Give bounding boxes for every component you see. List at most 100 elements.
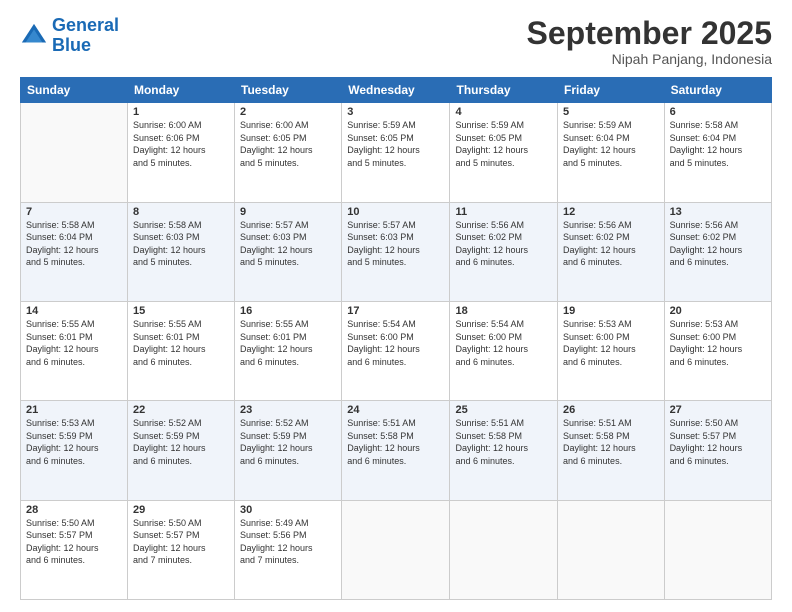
day-number: 11 (455, 206, 552, 218)
col-thursday: Thursday (450, 78, 558, 103)
table-row: 16Sunrise: 5:55 AM Sunset: 6:01 PM Dayli… (235, 301, 342, 400)
day-number: 25 (455, 404, 552, 416)
day-info: Sunrise: 5:55 AM Sunset: 6:01 PM Dayligh… (133, 318, 229, 368)
col-friday: Friday (558, 78, 665, 103)
day-number: 16 (240, 305, 336, 317)
day-info: Sunrise: 5:53 AM Sunset: 6:00 PM Dayligh… (563, 318, 659, 368)
col-tuesday: Tuesday (235, 78, 342, 103)
table-row: 25Sunrise: 5:51 AM Sunset: 5:58 PM Dayli… (450, 401, 558, 500)
day-info: Sunrise: 5:50 AM Sunset: 5:57 PM Dayligh… (26, 517, 122, 567)
day-info: Sunrise: 5:49 AM Sunset: 5:56 PM Dayligh… (240, 517, 336, 567)
day-number: 30 (240, 504, 336, 516)
table-row: 27Sunrise: 5:50 AM Sunset: 5:57 PM Dayli… (664, 401, 771, 500)
day-number: 14 (26, 305, 122, 317)
day-info: Sunrise: 5:59 AM Sunset: 6:05 PM Dayligh… (347, 119, 444, 169)
day-number: 18 (455, 305, 552, 317)
day-info: Sunrise: 5:51 AM Sunset: 5:58 PM Dayligh… (455, 417, 552, 467)
day-info: Sunrise: 5:51 AM Sunset: 5:58 PM Dayligh… (347, 417, 444, 467)
calendar-week-row: 1Sunrise: 6:00 AM Sunset: 6:06 PM Daylig… (21, 103, 772, 202)
day-number: 7 (26, 206, 122, 218)
day-number: 4 (455, 106, 552, 118)
day-number: 6 (670, 106, 766, 118)
calendar-week-row: 28Sunrise: 5:50 AM Sunset: 5:57 PM Dayli… (21, 500, 772, 599)
table-row: 21Sunrise: 5:53 AM Sunset: 5:59 PM Dayli… (21, 401, 128, 500)
day-info: Sunrise: 6:00 AM Sunset: 6:06 PM Dayligh… (133, 119, 229, 169)
table-row: 11Sunrise: 5:56 AM Sunset: 6:02 PM Dayli… (450, 202, 558, 301)
logo: GeneralBlue (20, 16, 119, 56)
table-row: 30Sunrise: 5:49 AM Sunset: 5:56 PM Dayli… (235, 500, 342, 599)
day-number: 17 (347, 305, 444, 317)
table-row: 17Sunrise: 5:54 AM Sunset: 6:00 PM Dayli… (342, 301, 450, 400)
table-row: 7Sunrise: 5:58 AM Sunset: 6:04 PM Daylig… (21, 202, 128, 301)
day-number: 28 (26, 504, 122, 516)
table-row: 8Sunrise: 5:58 AM Sunset: 6:03 PM Daylig… (127, 202, 234, 301)
table-row: 18Sunrise: 5:54 AM Sunset: 6:00 PM Dayli… (450, 301, 558, 400)
day-number: 22 (133, 404, 229, 416)
day-info: Sunrise: 5:58 AM Sunset: 6:04 PM Dayligh… (670, 119, 766, 169)
day-info: Sunrise: 5:51 AM Sunset: 5:58 PM Dayligh… (563, 417, 659, 467)
day-info: Sunrise: 5:52 AM Sunset: 5:59 PM Dayligh… (240, 417, 336, 467)
day-info: Sunrise: 5:50 AM Sunset: 5:57 PM Dayligh… (133, 517, 229, 567)
day-info: Sunrise: 5:56 AM Sunset: 6:02 PM Dayligh… (670, 219, 766, 269)
day-info: Sunrise: 5:55 AM Sunset: 6:01 PM Dayligh… (240, 318, 336, 368)
table-row: 3Sunrise: 5:59 AM Sunset: 6:05 PM Daylig… (342, 103, 450, 202)
table-row (21, 103, 128, 202)
table-row: 10Sunrise: 5:57 AM Sunset: 6:03 PM Dayli… (342, 202, 450, 301)
table-row: 28Sunrise: 5:50 AM Sunset: 5:57 PM Dayli… (21, 500, 128, 599)
day-info: Sunrise: 5:56 AM Sunset: 6:02 PM Dayligh… (563, 219, 659, 269)
day-number: 2 (240, 106, 336, 118)
table-row: 29Sunrise: 5:50 AM Sunset: 5:57 PM Dayli… (127, 500, 234, 599)
col-monday: Monday (127, 78, 234, 103)
day-number: 20 (670, 305, 766, 317)
header: GeneralBlue September 2025 Nipah Panjang… (20, 16, 772, 67)
day-number: 24 (347, 404, 444, 416)
table-row: 22Sunrise: 5:52 AM Sunset: 5:59 PM Dayli… (127, 401, 234, 500)
calendar-week-row: 7Sunrise: 5:58 AM Sunset: 6:04 PM Daylig… (21, 202, 772, 301)
location: Nipah Panjang, Indonesia (527, 51, 772, 67)
day-number: 19 (563, 305, 659, 317)
table-row (450, 500, 558, 599)
table-row: 20Sunrise: 5:53 AM Sunset: 6:00 PM Dayli… (664, 301, 771, 400)
page: GeneralBlue September 2025 Nipah Panjang… (0, 0, 792, 612)
table-row: 5Sunrise: 5:59 AM Sunset: 6:04 PM Daylig… (558, 103, 665, 202)
day-number: 3 (347, 106, 444, 118)
day-number: 23 (240, 404, 336, 416)
day-number: 8 (133, 206, 229, 218)
day-info: Sunrise: 5:52 AM Sunset: 5:59 PM Dayligh… (133, 417, 229, 467)
day-number: 15 (133, 305, 229, 317)
calendar-week-row: 14Sunrise: 5:55 AM Sunset: 6:01 PM Dayli… (21, 301, 772, 400)
day-number: 12 (563, 206, 659, 218)
month-year: September 2025 (527, 16, 772, 51)
table-row: 19Sunrise: 5:53 AM Sunset: 6:00 PM Dayli… (558, 301, 665, 400)
day-info: Sunrise: 5:59 AM Sunset: 6:05 PM Dayligh… (455, 119, 552, 169)
table-row: 12Sunrise: 5:56 AM Sunset: 6:02 PM Dayli… (558, 202, 665, 301)
calendar: Sunday Monday Tuesday Wednesday Thursday… (20, 77, 772, 600)
table-row: 2Sunrise: 6:00 AM Sunset: 6:05 PM Daylig… (235, 103, 342, 202)
table-row (558, 500, 665, 599)
table-row: 14Sunrise: 5:55 AM Sunset: 6:01 PM Dayli… (21, 301, 128, 400)
table-row: 1Sunrise: 6:00 AM Sunset: 6:06 PM Daylig… (127, 103, 234, 202)
day-number: 9 (240, 206, 336, 218)
day-number: 29 (133, 504, 229, 516)
day-info: Sunrise: 6:00 AM Sunset: 6:05 PM Dayligh… (240, 119, 336, 169)
col-wednesday: Wednesday (342, 78, 450, 103)
logo-icon (20, 22, 48, 50)
day-info: Sunrise: 5:50 AM Sunset: 5:57 PM Dayligh… (670, 417, 766, 467)
table-row (342, 500, 450, 599)
table-row (664, 500, 771, 599)
logo-text: GeneralBlue (52, 16, 119, 56)
table-row: 4Sunrise: 5:59 AM Sunset: 6:05 PM Daylig… (450, 103, 558, 202)
day-number: 27 (670, 404, 766, 416)
day-number: 21 (26, 404, 122, 416)
day-info: Sunrise: 5:56 AM Sunset: 6:02 PM Dayligh… (455, 219, 552, 269)
table-row: 26Sunrise: 5:51 AM Sunset: 5:58 PM Dayli… (558, 401, 665, 500)
day-info: Sunrise: 5:53 AM Sunset: 5:59 PM Dayligh… (26, 417, 122, 467)
day-info: Sunrise: 5:57 AM Sunset: 6:03 PM Dayligh… (240, 219, 336, 269)
table-row: 23Sunrise: 5:52 AM Sunset: 5:59 PM Dayli… (235, 401, 342, 500)
day-number: 26 (563, 404, 659, 416)
day-info: Sunrise: 5:57 AM Sunset: 6:03 PM Dayligh… (347, 219, 444, 269)
day-number: 1 (133, 106, 229, 118)
title-block: September 2025 Nipah Panjang, Indonesia (527, 16, 772, 67)
table-row: 15Sunrise: 5:55 AM Sunset: 6:01 PM Dayli… (127, 301, 234, 400)
day-info: Sunrise: 5:55 AM Sunset: 6:01 PM Dayligh… (26, 318, 122, 368)
